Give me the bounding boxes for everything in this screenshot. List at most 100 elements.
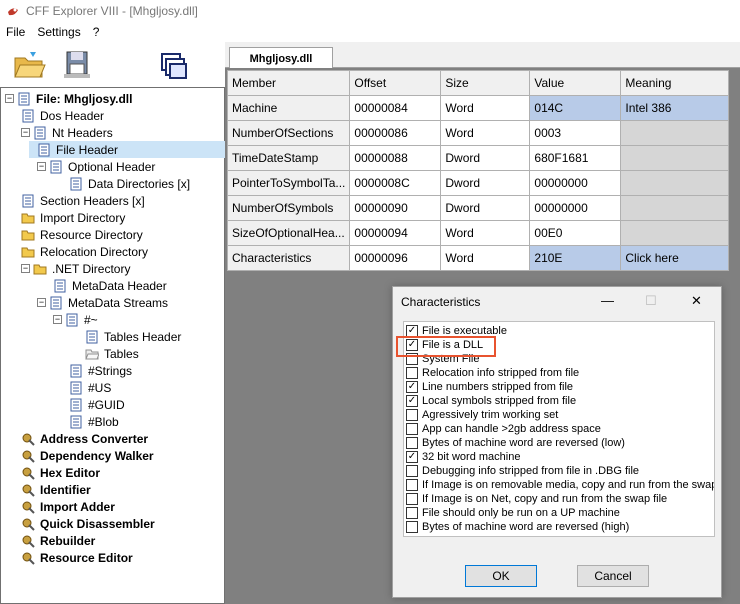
tree-node-blob[interactable]: #Blob bbox=[69, 413, 121, 430]
tree-node-tilde-stream[interactable]: − #~ bbox=[53, 311, 100, 328]
flag-checkbox[interactable]: If Image is on removable media, copy and… bbox=[406, 478, 714, 492]
flag-checkbox[interactable]: Agressively trim working set bbox=[406, 408, 558, 422]
folder-icon bbox=[33, 264, 47, 274]
collapse-icon[interactable]: − bbox=[37, 298, 46, 307]
col-size[interactable]: Size bbox=[440, 70, 531, 96]
cell-meaning bbox=[620, 220, 730, 246]
ok-button[interactable]: OK bbox=[465, 565, 537, 587]
flag-checkbox[interactable]: App can handle >2gb address space bbox=[406, 422, 601, 436]
tree-node-import-directory[interactable]: Import Directory bbox=[21, 209, 127, 226]
document-icon bbox=[22, 194, 34, 207]
click-here-cell[interactable]: Click here bbox=[620, 245, 730, 271]
checkbox[interactable]: ✓ bbox=[406, 451, 418, 463]
checkbox[interactable]: ✓ bbox=[406, 395, 418, 407]
table-row[interactable]: Machine 00000084 Word 014C Intel 386 bbox=[226, 95, 730, 121]
tree-node-tables[interactable]: Tables bbox=[85, 345, 141, 362]
dialog-title: Characteristics bbox=[401, 295, 481, 309]
collapse-icon[interactable]: − bbox=[37, 162, 46, 171]
collapse-icon[interactable]: − bbox=[21, 264, 30, 273]
open-folder-icon[interactable] bbox=[12, 48, 46, 82]
tool-rebuilder[interactable]: Rebuilder bbox=[21, 532, 97, 549]
tool-import-adder[interactable]: Import Adder bbox=[21, 498, 117, 515]
table-row[interactable]: PointerToSymbolTa... 0000008C Dword 0000… bbox=[226, 170, 730, 196]
tree-node-us[interactable]: #US bbox=[69, 379, 113, 396]
save-disk-icon[interactable] bbox=[60, 48, 94, 82]
checkbox[interactable] bbox=[406, 437, 418, 449]
cell-value[interactable]: 00000000 bbox=[529, 170, 622, 196]
checkbox[interactable] bbox=[406, 465, 418, 477]
table-row[interactable]: NumberOfSymbols 00000090 Dword 00000000 bbox=[226, 195, 730, 221]
cell-value[interactable]: 00E0 bbox=[529, 220, 622, 246]
document-icon bbox=[70, 381, 82, 394]
tree-node-file[interactable]: − File: Mhgljosy.dll bbox=[5, 90, 134, 107]
flag-checkbox[interactable]: Bytes of machine word are reversed (high… bbox=[406, 520, 629, 534]
tree-node-strings[interactable]: #Strings bbox=[69, 362, 134, 379]
app-icon bbox=[8, 8, 18, 16]
cell-size: Word bbox=[440, 95, 531, 121]
tree-node-net-directory[interactable]: − .NET Directory bbox=[21, 260, 132, 277]
menu-settings[interactable]: Settings bbox=[31, 25, 86, 39]
tree-node-metadata-streams[interactable]: − MetaData Streams bbox=[37, 294, 170, 311]
tree-node-section-headers[interactable]: Section Headers [x] bbox=[21, 192, 147, 209]
gear-tool-icon bbox=[22, 535, 35, 548]
checkbox[interactable] bbox=[406, 507, 418, 519]
flag-checkbox[interactable]: ✓ Local symbols stripped from file bbox=[406, 394, 576, 408]
collapse-icon[interactable]: − bbox=[53, 315, 62, 324]
cell-meaning bbox=[620, 120, 730, 146]
windows-icon[interactable] bbox=[156, 50, 190, 84]
tool-quick-disassembler[interactable]: Quick Disassembler bbox=[21, 515, 157, 532]
cell-size: Word bbox=[440, 245, 531, 271]
flag-checkbox[interactable]: Debugging info stripped from file in .DB… bbox=[406, 464, 639, 478]
flag-checkbox[interactable]: Relocation info stripped from file bbox=[406, 366, 579, 380]
cell-value[interactable]: 00000000 bbox=[529, 195, 622, 221]
tree-node-dos-header[interactable]: Dos Header bbox=[21, 107, 106, 124]
cell-value[interactable]: 680F1681 bbox=[529, 145, 622, 171]
checkbox[interactable] bbox=[406, 409, 418, 421]
collapse-icon[interactable]: − bbox=[5, 94, 14, 103]
checkbox[interactable] bbox=[406, 493, 418, 505]
tool-identifier[interactable]: Identifier bbox=[21, 481, 93, 498]
checkbox[interactable]: ✓ bbox=[406, 381, 418, 393]
checkbox[interactable] bbox=[406, 367, 418, 379]
tree-node-relocation-directory[interactable]: Relocation Directory bbox=[21, 243, 150, 260]
col-member[interactable]: Member bbox=[226, 70, 351, 96]
table-row[interactable]: SizeOfOptionalHea... 00000094 Word 00E0 bbox=[226, 220, 730, 246]
col-value[interactable]: Value bbox=[529, 70, 622, 96]
menu-file[interactable]: File bbox=[0, 25, 31, 39]
tree-node-optional-header[interactable]: − Optional Header bbox=[37, 158, 157, 175]
table-row[interactable]: NumberOfSections 00000086 Word 0003 bbox=[226, 120, 730, 146]
minimize-icon[interactable]: — bbox=[601, 293, 614, 308]
collapse-icon[interactable]: − bbox=[21, 128, 30, 137]
tree-node-resource-directory[interactable]: Resource Directory bbox=[21, 226, 145, 243]
cell-value[interactable]: 0003 bbox=[529, 120, 622, 146]
tool-hex-editor[interactable]: Hex Editor bbox=[21, 464, 102, 481]
tab-file[interactable]: Mhgljosy.dll bbox=[229, 47, 333, 69]
tool-resource-editor[interactable]: Resource Editor bbox=[21, 549, 135, 566]
tree-node-guid[interactable]: #GUID bbox=[69, 396, 127, 413]
flag-checkbox[interactable]: File should only be run on a UP machine bbox=[406, 506, 620, 520]
flag-checkbox[interactable]: ✓ 32 bit word machine bbox=[406, 450, 520, 464]
tree-node-metadata-header[interactable]: MetaData Header bbox=[53, 277, 169, 294]
flag-checkbox[interactable]: Bytes of machine word are reversed (low) bbox=[406, 436, 625, 450]
checkbox[interactable] bbox=[406, 423, 418, 435]
cell-value[interactable]: 210E bbox=[529, 245, 622, 271]
cell-member: Characteristics bbox=[226, 245, 351, 271]
col-offset[interactable]: Offset bbox=[349, 70, 442, 96]
tree-node-nt-headers[interactable]: − Nt Headers bbox=[21, 124, 115, 141]
flag-checkbox[interactable]: If Image is on Net, copy and run from th… bbox=[406, 492, 667, 506]
tree-node-data-directories[interactable]: Data Directories [x] bbox=[69, 175, 192, 192]
close-icon[interactable]: ✕ bbox=[691, 293, 702, 309]
col-meaning[interactable]: Meaning bbox=[620, 70, 730, 96]
cancel-button[interactable]: Cancel bbox=[577, 565, 649, 587]
tree-node-file-header[interactable]: File Header bbox=[37, 141, 121, 158]
cell-value[interactable]: 014C bbox=[529, 95, 622, 121]
table-row[interactable]: Characteristics 00000096 Word 210E Click… bbox=[226, 245, 730, 271]
menu-help[interactable]: ? bbox=[87, 25, 106, 39]
tree-node-tables-header[interactable]: Tables Header bbox=[85, 328, 183, 345]
tool-dependency-walker[interactable]: Dependency Walker bbox=[21, 447, 156, 464]
checkbox[interactable] bbox=[406, 521, 418, 533]
table-row[interactable]: TimeDateStamp 00000088 Dword 680F1681 bbox=[226, 145, 730, 171]
checkbox[interactable] bbox=[406, 479, 418, 491]
flag-checkbox[interactable]: ✓ Line numbers stripped from file bbox=[406, 380, 573, 394]
tool-address-converter[interactable]: Address Converter bbox=[21, 430, 150, 447]
